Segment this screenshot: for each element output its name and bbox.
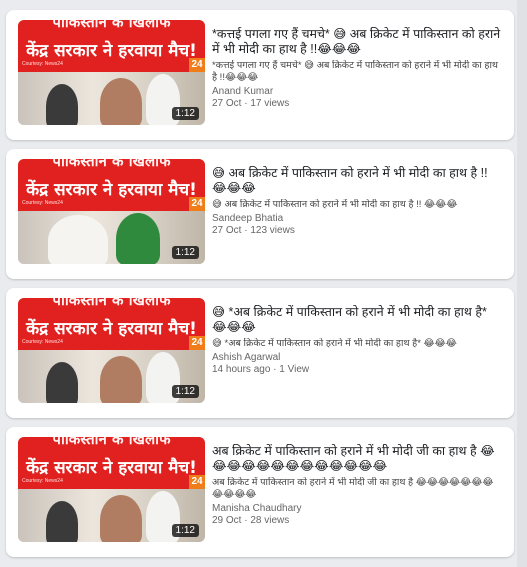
channel-name[interactable]: Sandeep Bhatia: [212, 213, 502, 224]
banner-line-2: केंद्र सरकार ने हरवाया मैच!: [26, 41, 197, 61]
person-figure: [100, 495, 142, 542]
thumbnail-banner: पाकिस्तान के खिलाफ केंद्र सरकार ने हरवाय…: [18, 20, 205, 72]
channel-name[interactable]: Manisha Chaudhary: [212, 503, 502, 514]
banner-line-1: पाकिस्तान के खिलाफ: [52, 20, 171, 31]
page-scroll-edge: [517, 0, 527, 567]
video-title[interactable]: 😅 *अब क्रिकेट में पाकिस्तान को हराने में…: [212, 305, 502, 335]
banner-line-1: पाकिस्तान के खिलाफ: [52, 159, 171, 170]
video-description: *कत्तई पगला गए हैं चमचे* 😅 अब क्रिकेट मे…: [212, 60, 498, 83]
video-duration: 1:12: [171, 107, 199, 120]
channel-name[interactable]: Ashish Agarwal: [212, 352, 502, 363]
courtesy-label: Courtesy: News24: [22, 339, 63, 345]
banner-line-1: पाकिस्तान के खिलाफ: [52, 437, 171, 448]
courtesy-label: Courtesy: News24: [22, 200, 63, 206]
video-meta: 14 hours ago · 1 View: [212, 364, 310, 375]
video-description: 😅 *अब क्रिकेट में पाकिस्तान को हराने में…: [212, 338, 457, 349]
video-title[interactable]: *कत्तई पगला गए हैं चमचे* 😅 अब क्रिकेट मे…: [212, 27, 502, 57]
video-description: 😅 अब क्रिकेट में पाकिस्तान को हराने में …: [212, 199, 458, 210]
banner-line-2: केंद्र सरकार ने हरवाया मैच!: [26, 458, 197, 478]
person-figure: [46, 362, 78, 403]
courtesy-label: Courtesy: News24: [22, 61, 63, 67]
person-figure: [48, 215, 108, 264]
video-card[interactable]: पाकिस्तान के खिलाफ केंद्र सरकार ने हरवाय…: [6, 427, 514, 557]
video-thumbnail[interactable]: पाकिस्तान के खिलाफ केंद्र सरकार ने हरवाय…: [18, 159, 205, 264]
video-title[interactable]: अब क्रिकेट में पाकिस्तान को हराने में भी…: [212, 444, 502, 474]
video-card[interactable]: पाकिस्तान के खिलाफ केंद्र सरकार ने हरवाय…: [6, 10, 514, 140]
video-description: अब क्रिकेट में पाकिस्तान को हराने में भी…: [212, 477, 494, 500]
banner-line-1: पाकिस्तान के खिलाफ: [52, 298, 171, 309]
video-meta: 27 Oct · 17 views: [212, 98, 290, 109]
video-meta: 27 Oct · 123 views: [212, 225, 295, 236]
video-card[interactable]: पाकिस्तान के खिलाफ केंद्र सरकार ने हरवाय…: [6, 288, 514, 418]
person-figure: [46, 84, 78, 125]
video-duration: 1:12: [171, 524, 199, 537]
banner-line-2: केंद्र सरकार ने हरवाया मैच!: [26, 180, 197, 200]
thumbnail-banner: पाकिस्तान के खिलाफ केंद्र सरकार ने हरवाय…: [18, 159, 205, 211]
video-thumbnail[interactable]: पाकिस्तान के खिलाफ केंद्र सरकार ने हरवाय…: [18, 298, 205, 403]
video-title[interactable]: 😅 अब क्रिकेट में पाकिस्तान को हराने में …: [212, 166, 502, 196]
video-thumbnail[interactable]: पाकिस्तान के खिलाफ केंद्र सरकार ने हरवाय…: [18, 437, 205, 542]
person-figure: [46, 501, 78, 542]
channel-name[interactable]: Anand Kumar: [212, 86, 502, 97]
video-meta: 29 Oct · 28 views: [212, 515, 290, 526]
person-figure: [100, 78, 142, 125]
courtesy-label: Courtesy: News24: [22, 478, 63, 484]
video-thumbnail[interactable]: पाकिस्तान के खिलाफ केंद्र सरकार ने हरवाय…: [18, 20, 205, 125]
person-figure: [100, 356, 142, 403]
person-figure: [116, 213, 160, 264]
video-duration: 1:12: [171, 246, 199, 259]
video-duration: 1:12: [171, 385, 199, 398]
thumbnail-banner: पाकिस्तान के खिलाफ केंद्र सरकार ने हरवाय…: [18, 437, 205, 489]
banner-line-2: केंद्र सरकार ने हरवाया मैच!: [26, 319, 197, 339]
video-card[interactable]: पाकिस्तान के खिलाफ केंद्र सरकार ने हरवाय…: [6, 149, 514, 279]
thumbnail-banner: पाकिस्तान के खिलाफ केंद्र सरकार ने हरवाय…: [18, 298, 205, 350]
